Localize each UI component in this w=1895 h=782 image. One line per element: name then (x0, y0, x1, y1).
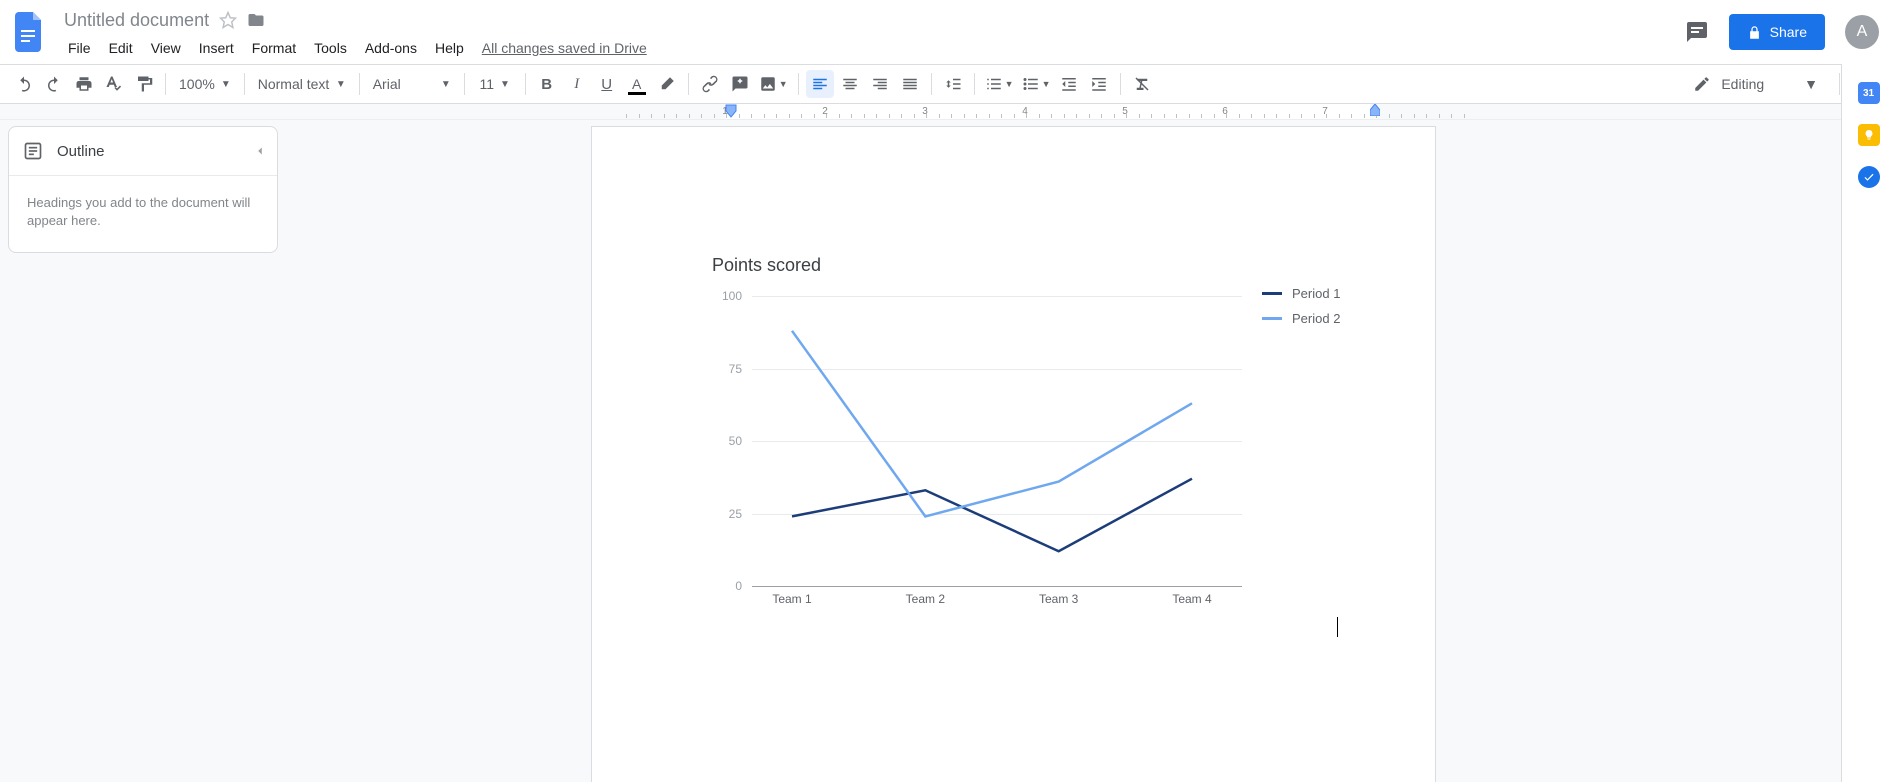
chart-plot-area: 0255075100Team 1Team 2Team 3Team 4 (712, 286, 1242, 606)
right-indent-marker[interactable] (1370, 104, 1380, 116)
separator (688, 73, 689, 95)
comments-button[interactable] (1679, 14, 1715, 50)
bulleted-list-button[interactable]: ▼ (1019, 70, 1054, 98)
font-select[interactable]: Arial▼ (367, 70, 457, 98)
menu-file[interactable]: File (60, 36, 99, 60)
menubar: File Edit View Insert Format Tools Add-o… (58, 32, 1679, 60)
spellcheck-button[interactable] (100, 70, 128, 98)
toolbar: 100%▼ Normal text▼ Arial▼ 11▼ B I U A ▼ … (0, 64, 1895, 104)
header-actions: Share A (1679, 8, 1879, 50)
menu-tools[interactable]: Tools (306, 36, 355, 60)
save-status-link[interactable]: All changes saved in Drive (474, 36, 655, 60)
insert-link-button[interactable] (696, 70, 724, 98)
ruler-tick: 4 (1022, 106, 1028, 117)
document-title[interactable]: Untitled document (64, 10, 209, 31)
title-area: Untitled document File Edit View Insert … (58, 8, 1679, 60)
outline-title: Outline (57, 143, 253, 160)
editing-label: Editing (1721, 76, 1764, 92)
highlight-button[interactable] (653, 70, 681, 98)
outline-icon (23, 141, 43, 161)
legend-item: Period 2 (1262, 311, 1340, 326)
keep-app-icon[interactable] (1858, 124, 1880, 146)
pencil-icon (1693, 75, 1711, 93)
left-indent-marker[interactable] (725, 104, 737, 118)
legend-item: Period 1 (1262, 286, 1340, 301)
undo-button[interactable] (10, 70, 38, 98)
font-size-select[interactable]: 11▼ (472, 70, 518, 98)
separator (931, 73, 932, 95)
italic-button[interactable]: I (563, 70, 591, 98)
ruler-tick: 6 (1222, 106, 1228, 117)
docs-logo-icon[interactable] (10, 8, 50, 56)
line-spacing-button[interactable] (939, 70, 967, 98)
star-icon[interactable] (219, 11, 237, 29)
bold-button[interactable]: B (533, 70, 561, 98)
separator (359, 73, 360, 95)
editing-mode-select[interactable]: Editing ▼ (1683, 70, 1828, 98)
align-center-button[interactable] (836, 70, 864, 98)
page[interactable]: Points scored 0255075100Team 1Team 2Team… (591, 126, 1436, 782)
menu-edit[interactable]: Edit (101, 36, 141, 60)
zoom-select[interactable]: 100%▼ (173, 70, 237, 98)
clear-formatting-button[interactable] (1128, 70, 1156, 98)
font-value: Arial (373, 76, 401, 92)
paragraph-style-select[interactable]: Normal text▼ (252, 70, 352, 98)
print-button[interactable] (70, 70, 98, 98)
ruler-tick: 7 (1322, 106, 1328, 117)
ruler[interactable]: 1234567 (0, 104, 1895, 120)
chart-title: Points scored (712, 255, 1352, 276)
embedded-chart[interactable]: Points scored 0255075100Team 1Team 2Team… (712, 255, 1352, 606)
increase-indent-button[interactable] (1085, 70, 1113, 98)
decrease-indent-button[interactable] (1055, 70, 1083, 98)
separator (244, 73, 245, 95)
share-button[interactable]: Share (1729, 14, 1825, 50)
chart-legend: Period 1 Period 2 (1262, 286, 1340, 606)
align-justify-button[interactable] (896, 70, 924, 98)
separator (525, 73, 526, 95)
separator (1120, 73, 1121, 95)
tasks-app-icon[interactable] (1858, 166, 1880, 188)
collapse-outline-button[interactable] (253, 144, 267, 158)
menu-insert[interactable]: Insert (191, 36, 242, 60)
calendar-app-icon[interactable]: 31 (1858, 82, 1880, 104)
ruler-tick: 3 (922, 106, 928, 117)
text-color-button[interactable]: A (623, 70, 651, 98)
menu-format[interactable]: Format (244, 36, 304, 60)
style-value: Normal text (258, 76, 330, 92)
align-right-button[interactable] (866, 70, 894, 98)
redo-button[interactable] (40, 70, 68, 98)
insert-comment-button[interactable] (726, 70, 754, 98)
separator (464, 73, 465, 95)
outline-empty-text: Headings you add to the document will ap… (9, 176, 277, 252)
side-panel: 31 (1841, 64, 1895, 782)
separator (798, 73, 799, 95)
menu-help[interactable]: Help (427, 36, 472, 60)
outline-panel: Outline Headings you add to the document… (0, 120, 278, 782)
separator (974, 73, 975, 95)
separator (1839, 73, 1840, 95)
ruler-tick: 2 (822, 106, 828, 117)
underline-button[interactable]: U (593, 70, 621, 98)
align-left-button[interactable] (806, 70, 834, 98)
account-avatar[interactable]: A (1845, 15, 1879, 49)
insert-image-button[interactable]: ▼ (756, 70, 791, 98)
paint-format-button[interactable] (130, 70, 158, 98)
menu-view[interactable]: View (143, 36, 189, 60)
numbered-list-button[interactable]: ▼ (982, 70, 1017, 98)
document-canvas[interactable]: Points scored 0255075100Team 1Team 2Team… (278, 120, 1895, 782)
zoom-value: 100% (179, 76, 215, 92)
ruler-tick: 5 (1122, 106, 1128, 117)
menu-addons[interactable]: Add-ons (357, 36, 425, 60)
text-cursor (1337, 617, 1338, 637)
share-label: Share (1770, 24, 1807, 40)
app-header: Untitled document File Edit View Insert … (0, 0, 1895, 64)
separator (165, 73, 166, 95)
workspace: Outline Headings you add to the document… (0, 120, 1895, 782)
size-value: 11 (479, 76, 494, 92)
move-folder-icon[interactable] (247, 11, 265, 29)
